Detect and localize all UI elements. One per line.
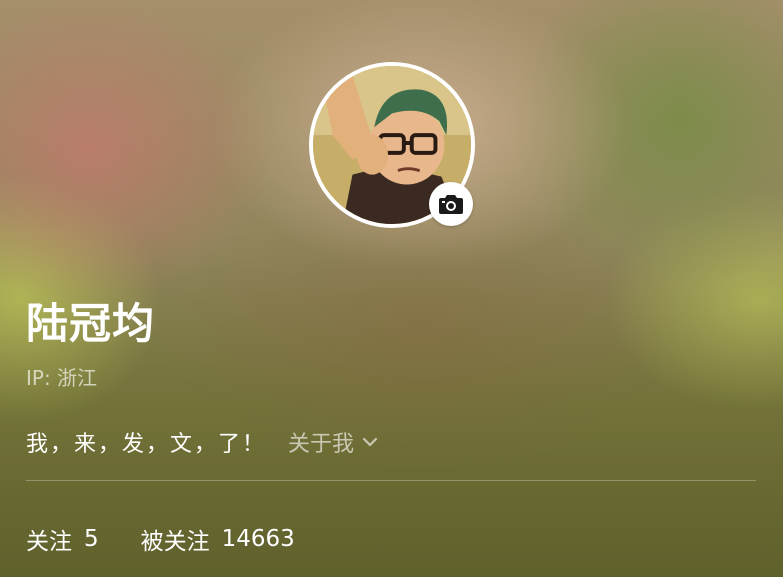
followers-stat[interactable]: 被关注 14663 xyxy=(141,522,295,556)
following-stat[interactable]: 关注 5 xyxy=(26,522,99,556)
divider xyxy=(26,480,756,481)
about-me-label: 关于我 xyxy=(288,432,355,457)
ip-location: IP: 浙江 xyxy=(26,366,98,390)
avatar-container[interactable] xyxy=(309,62,475,228)
bio-row: 我，来，发，文，了！ 关于我 xyxy=(26,426,378,458)
followers-label: 被关注 xyxy=(140,529,210,555)
bio-text: 我，来，发，文，了！ xyxy=(26,432,267,457)
following-count: 5 xyxy=(84,526,99,552)
camera-icon xyxy=(439,195,463,214)
change-avatar-button[interactable] xyxy=(429,182,473,226)
following-label: 关注 xyxy=(26,529,72,555)
about-me-button[interactable]: 关于我 xyxy=(288,426,378,458)
followers-count: 14663 xyxy=(221,526,295,552)
profile-name: 陆冠均 xyxy=(26,299,156,348)
chevron-down-icon xyxy=(362,437,378,447)
stats-row: 关注 5 被关注 14663 xyxy=(26,522,295,556)
